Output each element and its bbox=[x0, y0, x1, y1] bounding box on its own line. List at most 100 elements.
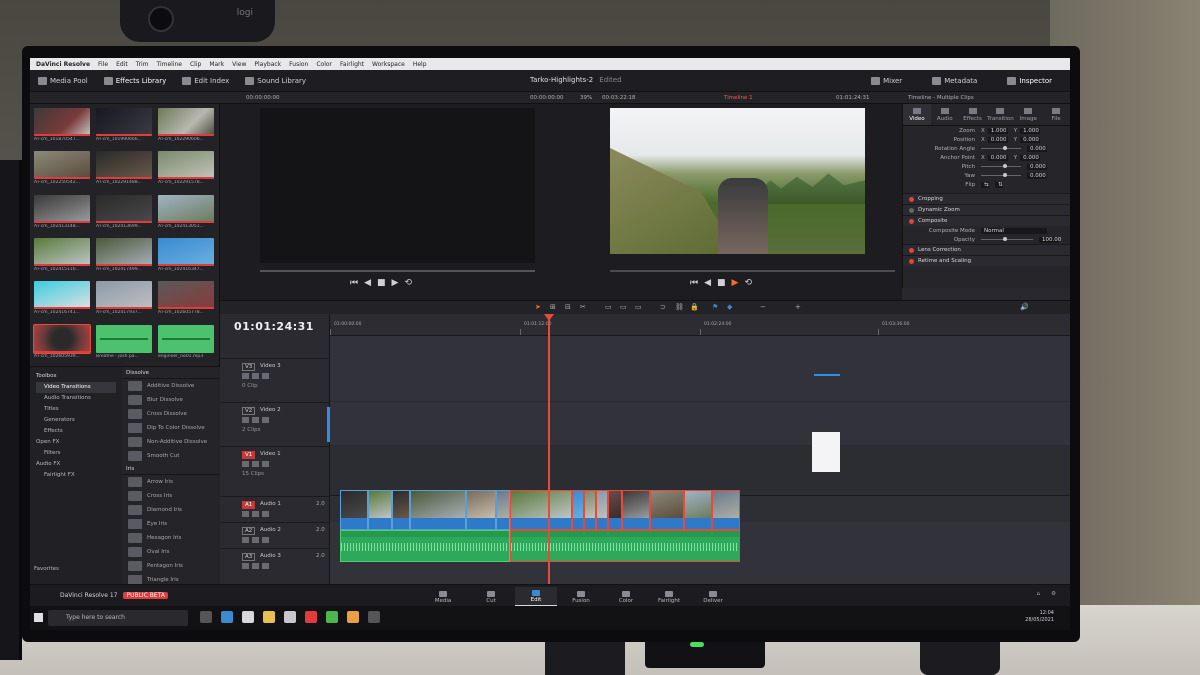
chrome-icon[interactable] bbox=[326, 611, 338, 623]
track-tag[interactable]: V1 bbox=[242, 451, 256, 459]
lock-icon[interactable] bbox=[242, 511, 249, 517]
auto-select-icon[interactable] bbox=[252, 461, 259, 467]
section-composite[interactable]: Composite bbox=[903, 215, 1070, 226]
volume-icon[interactable]: 🔊 bbox=[1020, 303, 1029, 311]
section-cropping[interactable]: Cropping bbox=[903, 193, 1070, 204]
file-explorer-icon[interactable] bbox=[263, 611, 275, 623]
source-scrubber[interactable] bbox=[260, 270, 535, 272]
media-clip[interactable]: AT-cm_102416741... bbox=[34, 281, 90, 318]
media-clip[interactable]: AT-cm_101870547... bbox=[34, 108, 90, 145]
page-fairlight[interactable]: Fairlight bbox=[648, 587, 690, 607]
solo-icon[interactable] bbox=[252, 511, 259, 517]
taskbar-search-input[interactable]: Type here to search bbox=[48, 610, 188, 626]
auto-select-icon[interactable] bbox=[252, 417, 259, 423]
enable-dot-icon[interactable] bbox=[909, 258, 914, 264]
media-clip[interactable]: AT-cm_102417499... bbox=[96, 237, 152, 275]
track-tag[interactable]: A2 bbox=[242, 527, 256, 535]
effect-item[interactable]: Blur Dissolve bbox=[122, 393, 220, 407]
position-y-field[interactable]: 0.000 bbox=[1020, 136, 1041, 143]
page-cut[interactable]: Cut bbox=[470, 587, 512, 607]
anchor-x-field[interactable]: 0.000 bbox=[987, 154, 1008, 161]
enable-dot-icon[interactable] bbox=[909, 196, 914, 202]
tree-audio-transitions[interactable]: Audio Transitions bbox=[36, 393, 116, 404]
menu-mark[interactable]: Mark bbox=[209, 61, 224, 68]
store-icon[interactable] bbox=[242, 611, 254, 623]
tree-fairlight-fx[interactable]: Fairlight FX bbox=[36, 470, 116, 481]
taskbar-clock[interactable]: 12:04 28/05/2021 bbox=[1025, 610, 1054, 624]
lock-icon[interactable] bbox=[242, 417, 249, 423]
zoom-x-field[interactable]: 1.000 bbox=[987, 127, 1008, 134]
enable-track-icon[interactable] bbox=[262, 373, 269, 379]
timeline-clip-v1-selected[interactable] bbox=[608, 490, 622, 530]
tree-open-fx[interactable]: Open FX bbox=[36, 437, 116, 448]
menu-playback[interactable]: Playback bbox=[254, 61, 281, 68]
page-media[interactable]: Media bbox=[422, 587, 464, 607]
timeline-clip-v1-selected[interactable] bbox=[572, 490, 584, 530]
mute-icon[interactable] bbox=[262, 563, 269, 569]
settings-gear-icon[interactable]: ⚙ bbox=[1051, 591, 1056, 597]
media-clip[interactable]: AT-cm_102413699... bbox=[96, 194, 152, 232]
auto-select-icon[interactable] bbox=[252, 373, 259, 379]
dynamic-trim-icon[interactable]: ⊟ bbox=[565, 303, 571, 311]
timeline-timecode[interactable]: 01:01:24:31 bbox=[234, 320, 314, 333]
replace-clip-icon[interactable]: ▭ bbox=[635, 303, 642, 311]
menu-trim[interactable]: Trim bbox=[136, 61, 149, 68]
sound-library-button[interactable]: Sound Library bbox=[237, 70, 314, 92]
effect-item[interactable]: Cross Dissolve bbox=[122, 407, 220, 421]
effect-item[interactable]: Additive Dissolve bbox=[122, 379, 220, 393]
section-dynamic-zoom[interactable]: Dynamic Zoom bbox=[903, 204, 1070, 215]
mixer-button[interactable]: Mixer bbox=[863, 70, 910, 92]
yaw-slider[interactable] bbox=[981, 173, 1021, 177]
timeline-clip-v1-selected[interactable] bbox=[712, 490, 740, 530]
zoom-in-icon[interactable]: + bbox=[795, 303, 801, 311]
page-color[interactable]: Color bbox=[605, 587, 647, 607]
timeline-audio-clip-selected[interactable] bbox=[510, 530, 740, 562]
tree-video-transitions[interactable]: Video Transitions bbox=[36, 382, 116, 393]
resolve-icon[interactable] bbox=[368, 611, 380, 623]
audio-clip-item[interactable]: engineer_no01.mp3 bbox=[158, 324, 214, 362]
flip-horizontal-button[interactable]: ⇆ bbox=[981, 181, 989, 188]
menu-fusion[interactable]: Fusion bbox=[289, 61, 308, 68]
menu-workspace[interactable]: Workspace bbox=[372, 61, 405, 68]
effect-item[interactable]: Eye Iris bbox=[122, 517, 220, 531]
tab-transition[interactable]: Transition bbox=[986, 104, 1014, 125]
timeline-clip-v1-selected[interactable] bbox=[596, 490, 608, 530]
media-pool-button[interactable]: Media Pool bbox=[30, 70, 96, 92]
marker-icon[interactable]: ◆ bbox=[727, 303, 732, 311]
track-name[interactable]: Audio 1 bbox=[260, 501, 281, 507]
timeline-clip-v1-selected[interactable] bbox=[510, 490, 572, 530]
program-viewer[interactable] bbox=[610, 108, 865, 254]
media-clip[interactable]: AT-cm_102605778... bbox=[158, 281, 214, 318]
menu-help[interactable]: Help bbox=[413, 61, 427, 68]
flag-icon[interactable]: ⚑ bbox=[712, 303, 718, 311]
tree-filters[interactable]: Filters bbox=[36, 448, 116, 459]
enable-track-icon[interactable] bbox=[262, 461, 269, 467]
overwrite-clip-icon[interactable]: ▭ bbox=[620, 303, 627, 311]
blade-tool-icon[interactable]: ✂ bbox=[580, 303, 586, 311]
media-clip[interactable]: AT-cm_102290606... bbox=[158, 108, 214, 145]
app-menu[interactable]: DaVinci Resolve bbox=[36, 61, 90, 68]
menu-color[interactable]: Color bbox=[316, 61, 332, 68]
favorites-label[interactable]: Favorites bbox=[34, 564, 59, 575]
timeline-clip-v1[interactable] bbox=[368, 490, 392, 530]
audio-clip-item[interactable]: Breathe - josh pa... bbox=[96, 324, 152, 362]
timeline-clip-v2[interactable] bbox=[812, 432, 840, 472]
menu-edit[interactable]: Edit bbox=[116, 61, 128, 68]
anchor-y-field[interactable]: 0.000 bbox=[1020, 154, 1041, 161]
timeline-clip-v1[interactable] bbox=[496, 490, 510, 530]
home-icon[interactable]: ⌂ bbox=[1037, 591, 1041, 597]
program-transport-controls[interactable]: ⏮◀■▶⟲ bbox=[690, 278, 758, 288]
media-clip[interactable]: AT-cm_102415116... bbox=[34, 237, 90, 275]
track-tag[interactable]: A1 bbox=[242, 501, 256, 509]
pitch-slider[interactable] bbox=[981, 164, 1021, 168]
composite-mode-select[interactable]: Normal bbox=[981, 227, 1047, 234]
track-tag[interactable]: V3 bbox=[242, 363, 256, 371]
lock-icon[interactable] bbox=[242, 461, 249, 467]
source-viewer[interactable] bbox=[260, 108, 535, 263]
timeline-ruler[interactable]: 01:00:00:00 01:01:12:00 01:02:24:00 01:0… bbox=[330, 314, 1070, 336]
lock-icon[interactable] bbox=[242, 537, 249, 543]
menu-view[interactable]: View bbox=[232, 61, 246, 68]
selection-tool-icon[interactable]: ➤ bbox=[535, 303, 541, 311]
tree-titles[interactable]: Titles bbox=[36, 404, 116, 415]
rotation-slider[interactable] bbox=[981, 146, 1021, 150]
